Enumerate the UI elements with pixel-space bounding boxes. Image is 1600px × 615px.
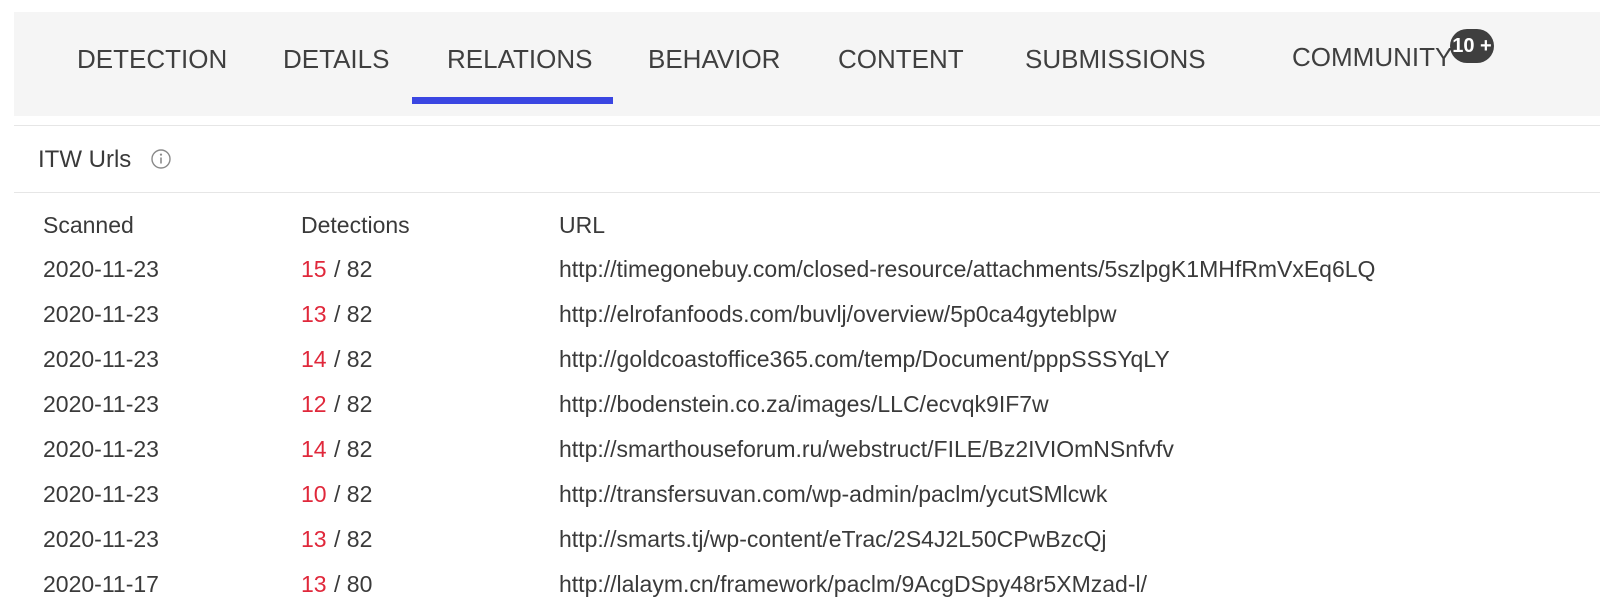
table-row[interactable]: 2020-11-23 10 / 82 http://transfersuvan.… bbox=[0, 480, 1600, 525]
url-link[interactable]: http://smarthouseforum.ru/webstruct/FILE… bbox=[559, 435, 1174, 463]
detection-total: / 82 bbox=[334, 256, 373, 282]
table-row[interactable]: 2020-11-23 13 / 82 http://elrofanfoods.c… bbox=[0, 300, 1600, 345]
column-header-scanned: Scanned bbox=[43, 212, 134, 238]
tab-details[interactable]: DETAILS bbox=[283, 44, 389, 75]
scanned-date: 2020-11-23 bbox=[43, 346, 159, 372]
tab-community[interactable]: COMMUNITY bbox=[1292, 42, 1452, 73]
url-link[interactable]: http://smarts.tj/wp-content/eTrac/2S4J2L… bbox=[559, 525, 1107, 553]
section-divider bbox=[14, 192, 1600, 193]
scanned-date: 2020-11-23 bbox=[43, 301, 159, 327]
detection-total: / 82 bbox=[334, 301, 373, 327]
table-row[interactable]: 2020-11-23 14 / 82 http://goldcoastoffic… bbox=[0, 345, 1600, 390]
url-link[interactable]: http://goldcoastoffice365.com/temp/Docum… bbox=[559, 345, 1170, 373]
scanned-date: 2020-11-23 bbox=[43, 256, 159, 282]
scanned-date: 2020-11-23 bbox=[43, 481, 159, 507]
table-row[interactable]: 2020-11-23 12 / 82 http://bodenstein.co.… bbox=[0, 390, 1600, 435]
detection-total: / 82 bbox=[334, 526, 373, 552]
tab-relations[interactable]: RELATIONS bbox=[447, 44, 592, 75]
scanned-date: 2020-11-23 bbox=[43, 526, 159, 552]
scanned-date: 2020-11-23 bbox=[43, 436, 159, 462]
table-row[interactable]: 2020-11-23 14 / 82 http://smarthouseforu… bbox=[0, 435, 1600, 480]
detection-positives: 13 bbox=[301, 526, 327, 552]
active-tab-indicator bbox=[412, 97, 613, 104]
detection-positives: 10 bbox=[301, 481, 327, 507]
tab-detection[interactable]: DETECTION bbox=[77, 44, 227, 75]
detection-total: / 82 bbox=[334, 391, 373, 417]
community-count-badge: 10 + bbox=[1450, 29, 1494, 63]
scanned-date: 2020-11-23 bbox=[43, 391, 159, 417]
url-link[interactable]: http://transfersuvan.com/wp-admin/paclm/… bbox=[559, 480, 1107, 508]
column-header-detections: Detections bbox=[301, 212, 410, 238]
detection-positives: 14 bbox=[301, 346, 327, 372]
table-row[interactable]: 2020-11-23 15 / 82 http://timegonebuy.co… bbox=[0, 255, 1600, 300]
detection-positives: 14 bbox=[301, 436, 327, 462]
column-header-url: URL bbox=[559, 212, 606, 238]
url-link[interactable]: http://bodenstein.co.za/images/LLC/ecvqk… bbox=[559, 390, 1049, 418]
tabbar-divider bbox=[14, 125, 1600, 126]
tab-content[interactable]: CONTENT bbox=[838, 44, 964, 75]
url-link[interactable]: http://timegonebuy.com/closed-resource/a… bbox=[559, 255, 1375, 283]
section-title: ITW Urls bbox=[38, 146, 132, 173]
info-circle-icon[interactable] bbox=[151, 149, 171, 169]
url-link[interactable]: http://elrofanfoods.com/buvlj/overview/5… bbox=[559, 300, 1116, 328]
table-row[interactable]: 2020-11-17 13 / 80 http://lalaym.cn/fram… bbox=[0, 570, 1600, 615]
tab-submissions[interactable]: SUBMISSIONS bbox=[1025, 44, 1206, 75]
detection-positives: 15 bbox=[301, 256, 327, 282]
tab-behavior[interactable]: BEHAVIOR bbox=[648, 44, 780, 75]
detection-positives: 13 bbox=[301, 301, 327, 327]
detection-total: / 82 bbox=[334, 436, 373, 462]
detection-total: / 82 bbox=[334, 346, 373, 372]
detection-total: / 82 bbox=[334, 481, 373, 507]
detection-positives: 12 bbox=[301, 391, 327, 417]
table-row[interactable]: 2020-11-23 13 / 82 http://smarts.tj/wp-c… bbox=[0, 525, 1600, 570]
